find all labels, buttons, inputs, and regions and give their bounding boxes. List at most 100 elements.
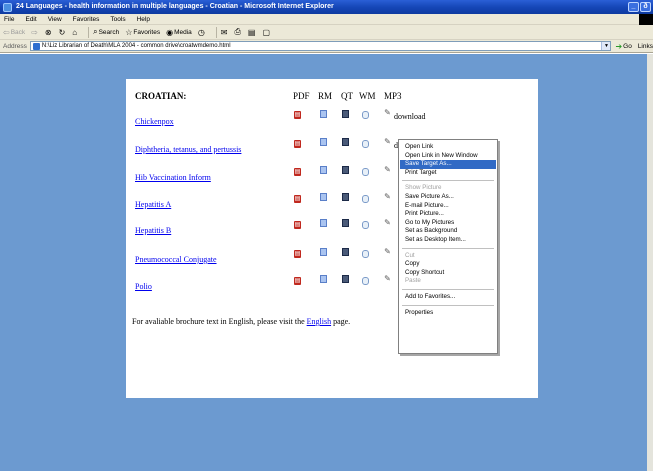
quicktime-icon[interactable] [342,193,349,201]
menu-view[interactable]: View [48,16,62,23]
disease-link-diphtheria[interactable]: Diphtheria, tetanus, and pertussis [135,145,241,154]
history-button[interactable]: ◷ [198,28,206,37]
pdf-icon[interactable]: ▤ [294,168,301,176]
mp3-icon[interactable]: ✎ [384,166,391,174]
mp3-icon[interactable]: ✎ [384,219,391,227]
pdf-icon[interactable]: ▤ [294,140,301,148]
realmedia-icon[interactable] [320,166,327,174]
ctx-open-link[interactable]: Open Link [400,143,496,152]
quicktime-icon[interactable] [342,219,349,227]
menu-file[interactable]: File [4,16,14,23]
mail-button[interactable]: ✉ [221,28,229,37]
realmedia-icon[interactable] [320,275,327,283]
edit-button[interactable]: ▤ [248,28,257,37]
ie-icon [3,3,12,12]
refresh-button[interactable]: ↻ [59,28,67,37]
window-titlebar: 24 Languages - health information in mul… [0,0,653,14]
language-title: CROATIAN: [135,91,187,101]
windowsmedia-icon[interactable] [362,195,369,203]
mp3-icon[interactable]: ✎ [384,109,391,117]
minimize-button[interactable]: _ [628,2,639,12]
realmedia-icon[interactable] [320,110,327,118]
media-button[interactable]: ◉ Media [166,28,192,37]
media-icon: ◉ [166,27,174,37]
ctx-open-link-new-window[interactable]: Open Link in New Window [400,152,496,161]
ctx-properties[interactable]: Properties [400,309,496,318]
ctx-set-as-background[interactable]: Set as Background [400,227,496,236]
back-button[interactable]: ⇦ Back [3,28,25,37]
ctx-copy-shortcut[interactable]: Copy Shortcut [400,269,496,278]
menu-help[interactable]: Help [137,16,150,23]
toolbar-separator [215,26,217,38]
disease-link-pneumococcal[interactable]: Pneumococcal Conjugate [135,255,217,264]
forward-button[interactable]: ⇨ [31,28,39,37]
print-button[interactable]: ⎙ [235,27,242,37]
maximize-button[interactable]: ð [640,2,651,12]
windowsmedia-icon[interactable] [362,140,369,148]
ctx-add-to-favorites[interactable]: Add to Favorites... [400,293,496,302]
download-link[interactable]: download [394,112,426,121]
disease-link-hepatitis-b[interactable]: Hepatitis B [135,226,171,235]
pdf-icon[interactable]: ▤ [294,250,301,258]
standard-toolbar: ⇦ Back ⇨ ⊗ ↻ ⌂ ⌕ Search ☆ Favorites ◉ Me… [0,25,653,40]
address-input[interactable]: N:\Liz Librarian of Death\MLA 2004 - com… [29,41,612,51]
quicktime-icon[interactable] [342,248,349,256]
stop-button[interactable]: ⊗ [45,28,53,37]
address-label: Address [3,42,27,50]
disease-link-polio[interactable]: Polio [135,282,152,291]
vertical-scrollbar[interactable] [647,54,653,471]
column-header-qt: QT [341,91,353,101]
menu-bar: File Edit View Favorites Tools Help [0,14,653,25]
go-button[interactable]: ➔ Go [615,42,631,51]
disease-link-hepatitis-a[interactable]: Hepatitis A [135,200,171,209]
windowsmedia-icon[interactable] [362,111,369,119]
windowsmedia-icon[interactable] [362,221,369,229]
favorites-button[interactable]: ☆ Favorites [125,28,160,37]
disease-link-chickenpox[interactable]: Chickenpox [135,117,174,126]
realmedia-icon[interactable] [320,193,327,201]
quicktime-icon[interactable] [342,138,349,146]
menu-favorites[interactable]: Favorites [73,16,100,23]
pdf-icon[interactable]: ▤ [294,221,301,229]
ctx-copy[interactable]: Copy [400,260,496,269]
pdf-icon[interactable]: ▤ [294,277,301,285]
go-arrow-icon: ➔ [615,41,623,51]
mp3-icon[interactable]: ✎ [384,248,391,256]
ctx-print-picture[interactable]: Print Picture... [400,210,496,219]
pdf-icon[interactable]: ▤ [294,111,301,119]
realmedia-icon[interactable] [320,138,327,146]
discuss-icon: ▢ [262,27,271,37]
mp3-icon[interactable]: ✎ [384,193,391,201]
ctx-save-picture-as[interactable]: Save Picture As... [400,193,496,202]
column-header-pdf: PDF [293,91,310,101]
ctx-save-target-as[interactable]: Save Target As... [400,160,496,169]
search-button[interactable]: ⌕ Search [93,27,119,37]
ctx-go-to-my-pictures[interactable]: Go to My Pictures [400,219,496,228]
windowsmedia-icon[interactable] [362,168,369,176]
quicktime-icon[interactable] [342,166,349,174]
english-page-link[interactable]: English [307,317,331,326]
quicktime-icon[interactable] [342,275,349,283]
context-menu: Open Link Open Link in New Window Save T… [398,139,498,354]
windowsmedia-icon[interactable] [362,277,369,285]
realmedia-icon[interactable] [320,219,327,227]
ctx-print-target[interactable]: Print Target [400,169,496,178]
discuss-button[interactable]: ▢ [262,28,271,37]
quicktime-icon[interactable] [342,110,349,118]
mp3-icon[interactable]: ✎ [384,138,391,146]
footer-text: For avaliable brochure text in English, … [132,317,351,326]
stop-icon: ⊗ [44,27,52,37]
ctx-email-picture[interactable]: E-mail Picture... [400,202,496,211]
menu-tools[interactable]: Tools [110,16,125,23]
home-button[interactable]: ⌂ [72,28,78,37]
links-button[interactable]: Links [638,43,653,50]
menu-edit[interactable]: Edit [25,16,36,23]
address-dropdown-icon[interactable]: ▼ [601,42,611,50]
column-header-wm: WM [359,91,376,101]
disease-link-hib[interactable]: Hib Vaccination Inform [135,173,211,182]
windowsmedia-icon[interactable] [362,250,369,258]
pdf-icon[interactable]: ▤ [294,195,301,203]
realmedia-icon[interactable] [320,248,327,256]
ctx-set-as-desktop-item[interactable]: Set as Desktop Item... [400,236,496,245]
mp3-icon[interactable]: ✎ [384,275,391,283]
